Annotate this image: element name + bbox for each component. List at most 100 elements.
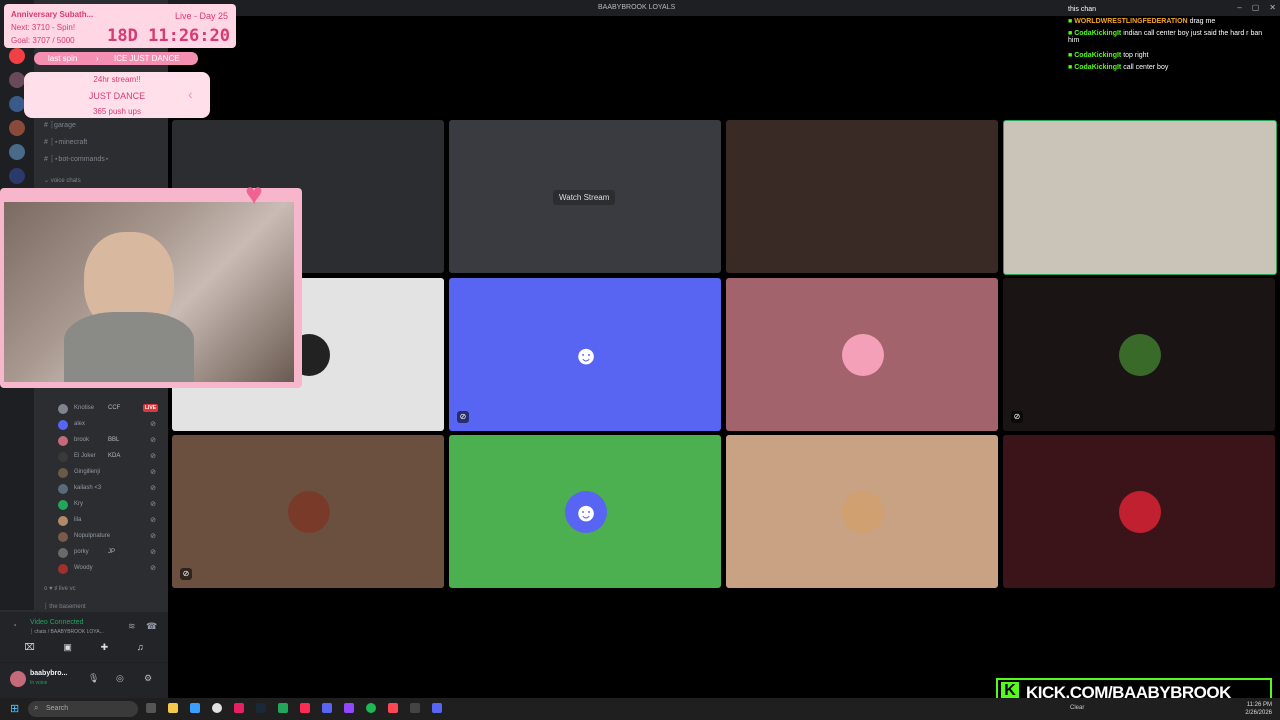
- chat-username[interactable]: CodaKickingIt: [1074, 64, 1121, 71]
- disconnect-icon[interactable]: ☎: [146, 621, 157, 632]
- task-view-icon[interactable]: [146, 703, 156, 713]
- avatar: [842, 334, 884, 376]
- server-icon[interactable]: [9, 72, 25, 88]
- voice-channel-live[interactable]: o ♥ ♯ live vc: [44, 586, 76, 592]
- webcam-overlay: ♥: [0, 180, 302, 388]
- voice-status: Video Connected: [30, 619, 84, 626]
- clock-time: 11:26 PM: [1246, 702, 1272, 708]
- category-voice-chats[interactable]: ⌄ voice chats: [44, 177, 81, 184]
- chat-username[interactable]: CodaKickingIt: [1074, 52, 1121, 59]
- username: baabybro...: [30, 670, 68, 677]
- app-icon[interactable]: [432, 703, 442, 713]
- avatar: [58, 516, 68, 526]
- voice-member[interactable]: brook BBL ⊘: [58, 434, 162, 448]
- muted-icon: ⊘: [150, 533, 156, 540]
- weather-label[interactable]: Clear: [1070, 705, 1084, 711]
- avatar: [58, 532, 68, 542]
- voice-member[interactable]: kailash <3 ⊘: [58, 482, 162, 496]
- server-icon[interactable]: [9, 144, 25, 160]
- member-name: Woody: [74, 565, 93, 571]
- member-name: Nopulpnature: [74, 533, 111, 539]
- member-name: El Joker: [74, 453, 96, 459]
- video-stream-tile[interactable]: [726, 120, 998, 273]
- settings-gear-icon[interactable]: ⚙: [144, 673, 152, 684]
- chat-text: call center boy: [1123, 64, 1169, 71]
- signal-icon: ◔: [12, 621, 17, 630]
- steam-icon[interactable]: [256, 703, 266, 713]
- voice-member[interactable]: Nopulpnature ⊘: [58, 530, 162, 544]
- muted-icon: ⊘: [457, 411, 469, 423]
- valorant-icon[interactable]: [388, 703, 398, 713]
- chat-username[interactable]: WORLDWRESTLINGFEDERATION: [1074, 18, 1187, 25]
- headset-icon[interactable]: ◎: [116, 673, 124, 684]
- window-title: BAABYBROOK LOYALS: [598, 4, 676, 11]
- member-name: Kry: [74, 501, 83, 507]
- participant-tile[interactable]: ☻ ⊘: [449, 278, 721, 431]
- channel-minecraft[interactable]: # ┆⋆minecraft: [44, 138, 87, 146]
- participant-tile[interactable]: [1003, 435, 1275, 588]
- voice-member[interactable]: Gingillenji ⊘: [58, 466, 162, 480]
- voice-member[interactable]: Woody ⊘: [58, 562, 162, 576]
- obs-icon[interactable]: [344, 703, 354, 713]
- file-explorer-icon[interactable]: [168, 703, 178, 713]
- member-name: brook: [74, 437, 90, 443]
- voice-member[interactable]: porky JP ⊘: [58, 546, 162, 560]
- xbox-icon[interactable]: [278, 703, 288, 713]
- taskbar-search[interactable]: ⌕ Search: [28, 701, 138, 717]
- spotify-icon[interactable]: [366, 703, 376, 713]
- app-icon[interactable]: [410, 703, 420, 713]
- chat-username[interactable]: CodaKickingIt: [1074, 30, 1121, 37]
- discord-icon[interactable]: [322, 703, 332, 713]
- server-icon[interactable]: [9, 168, 25, 184]
- voice-channel-name[interactable]: ┆ chats / BAABYBROOK LOYA...: [30, 629, 104, 635]
- subathon-panel: Anniversary Subath... Live - Day 25 Next…: [4, 4, 236, 48]
- server-icon[interactable]: [9, 96, 25, 112]
- channel-garage[interactable]: # ┆garage: [44, 121, 76, 129]
- participant-tile[interactable]: [726, 278, 998, 431]
- camera-icon[interactable]: ⌧: [24, 642, 34, 653]
- arrow-right-icon: ›: [96, 54, 99, 63]
- voice-member[interactable]: alex ⊘: [58, 418, 162, 432]
- video-stream-tile[interactable]: [1003, 120, 1277, 275]
- voice-member[interactable]: Knotise CCF LIVE: [58, 402, 162, 416]
- screen-share-icon[interactable]: ▣: [63, 642, 72, 653]
- voice-channel-basement[interactable]: ┆ the basement: [44, 603, 86, 610]
- voice-member[interactable]: El Joker KDA ⊘: [58, 450, 162, 464]
- chat-text: drag me: [1189, 18, 1216, 25]
- participant-tile[interactable]: ⊘: [172, 435, 444, 588]
- app-icon[interactable]: [234, 703, 244, 713]
- chat-message: ■ CodaKickingIt call center boy: [1068, 64, 1168, 71]
- server-icon[interactable]: [9, 120, 25, 136]
- participant-tile[interactable]: ⊘: [1003, 278, 1275, 431]
- chat-text: this chan: [1068, 6, 1097, 13]
- windows-start-icon[interactable]: ⊞: [10, 702, 19, 715]
- folder-icon[interactable]: [190, 703, 200, 713]
- voice-member[interactable]: Kry ⊘: [58, 498, 162, 512]
- muted-icon: ⊘: [150, 453, 156, 460]
- chat-message: ■ WORLDWRESTLINGFEDERATION drag me: [1068, 18, 1215, 25]
- voice-member[interactable]: lila ⊘: [58, 514, 162, 528]
- next-label: Next: 3710 - Spin!: [11, 23, 76, 32]
- wheel-item: 24hr stream!!: [93, 75, 141, 84]
- participant-tile[interactable]: [726, 435, 998, 588]
- channel-bot-commands[interactable]: # ┆⋆bot-commands⋆: [44, 155, 109, 163]
- participant-tile[interactable]: ☻: [449, 435, 721, 588]
- video-stream-tile[interactable]: Watch Stream: [449, 120, 721, 273]
- taskbar-clock[interactable]: 11:26 PM 2/26/2026: [1245, 701, 1272, 717]
- server-icon[interactable]: [9, 48, 25, 64]
- avatar: ☻: [565, 334, 607, 376]
- activities-icon[interactable]: ✚: [101, 642, 109, 653]
- clock-date: 2/26/2026: [1245, 710, 1272, 716]
- soundboard-icon[interactable]: ♫: [137, 642, 144, 653]
- tiktok-icon[interactable]: [300, 703, 310, 713]
- microphone-icon[interactable]: 🎙: [88, 673, 99, 684]
- chrome-icon[interactable]: [212, 703, 222, 713]
- member-name: alex: [74, 421, 86, 427]
- noise-suppression-icon[interactable]: ≋: [128, 621, 136, 632]
- stream-chat: this chan ■ WORLDWRESTLINGFEDERATION drag…: [1066, 2, 1280, 78]
- avatar[interactable]: [10, 671, 26, 687]
- avatar: [58, 564, 68, 574]
- watch-stream-button[interactable]: Watch Stream: [553, 190, 616, 205]
- muted-icon: ⊘: [1011, 411, 1023, 423]
- wheel-item: JUST DANCE: [88, 91, 146, 101]
